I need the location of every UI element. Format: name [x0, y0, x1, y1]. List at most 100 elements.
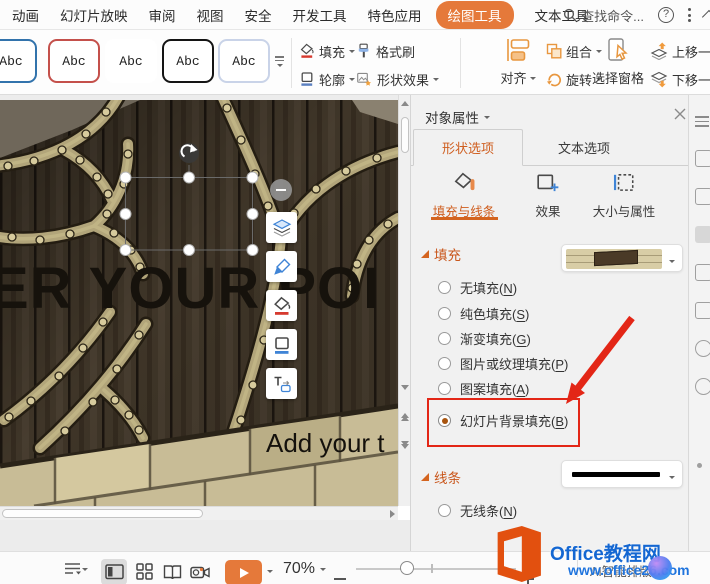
menu-animation[interactable]: 动画 — [12, 2, 39, 28]
ai-layout-button[interactable]: AI智能排版 — [590, 561, 652, 580]
quick-layer-button[interactable] — [266, 212, 297, 243]
more-options-icon[interactable] — [688, 8, 692, 22]
tab-text-options[interactable]: 文本选项 — [529, 129, 639, 166]
fill-option-none[interactable]: 无填充(N) — [438, 278, 517, 297]
strip-icon[interactable] — [695, 188, 710, 205]
shape-style-preset-5[interactable]: Abc — [218, 39, 270, 83]
menu-security[interactable]: 安全 — [245, 2, 272, 28]
fill-option-gradient[interactable]: 渐变填充(G) — [438, 329, 531, 348]
collapse-quick-toolbar-button[interactable] — [270, 179, 292, 201]
menu-devtools[interactable]: 开发工具 — [293, 2, 347, 28]
previous-slide-icon[interactable] — [401, 413, 409, 421]
quick-outline-button[interactable] — [266, 329, 297, 360]
line-section-heading[interactable]: 线条 — [421, 467, 461, 487]
nav-fill-and-line[interactable]: 填充与线条 — [429, 171, 499, 220]
fill-option-pattern[interactable]: 图案填充(A) — [438, 379, 529, 398]
format-painter-icon — [358, 43, 369, 58]
nav-size-properties[interactable]: 大小与属性 — [579, 171, 669, 220]
slide-headline[interactable]: ER YOUR POI — [0, 256, 380, 321]
shape-effects-button[interactable]: 形状效果 — [356, 69, 440, 89]
menu-drawing-tools-active[interactable]: 绘图工具 — [435, 0, 514, 29]
panel-title[interactable]: 对象属性 — [425, 107, 490, 127]
bring-forward-button[interactable]: 上移一层 — [650, 41, 710, 61]
outline-button[interactable]: 轮廓 — [299, 69, 356, 89]
shape-style-preset-3[interactable]: Abc — [105, 39, 157, 83]
menu-view[interactable]: 视图 — [197, 2, 224, 28]
strip-icon[interactable] — [695, 378, 710, 395]
slide-image[interactable]: ER YOUR POI Add your t — [0, 100, 398, 506]
strip-icon[interactable] — [695, 150, 710, 167]
vertical-scroll-thumb[interactable] — [401, 117, 409, 153]
strip-icon-active[interactable] — [695, 226, 710, 243]
line-style-dropdown[interactable] — [561, 460, 683, 488]
chevron-down-icon — [529, 76, 536, 83]
fill-button[interactable]: 填充 — [299, 41, 356, 61]
slide-placeholder-text[interactable]: Add your t — [266, 428, 385, 458]
next-slide-icon[interactable] — [401, 441, 409, 449]
radio-icon[interactable] — [438, 357, 451, 370]
nav-effects[interactable]: 效果 — [513, 171, 583, 220]
fill-option-solid[interactable]: 纯色填充(S) — [438, 304, 529, 323]
collapse-ribbon-icon[interactable] — [701, 9, 710, 25]
strip-menu-icon[interactable] — [695, 113, 710, 130]
fill-bucket-icon — [300, 43, 314, 58]
radio-icon[interactable] — [438, 332, 451, 345]
send-backward-button[interactable]: 下移一层 — [650, 69, 710, 89]
align-label: 对齐 — [500, 71, 527, 86]
quick-text-convert-button[interactable] — [266, 368, 297, 399]
close-icon[interactable] — [673, 107, 687, 121]
radio-icon[interactable] — [438, 281, 451, 294]
strip-icon[interactable] — [695, 340, 710, 357]
fill-option-picture-texture[interactable]: 图片或纹理填充(P) — [438, 354, 568, 373]
menu-slideshow[interactable]: 幻灯片放映 — [60, 2, 128, 28]
record-button[interactable] — [187, 555, 213, 584]
horizontal-scroll-thumb[interactable] — [2, 509, 203, 518]
strip-icon[interactable] — [695, 302, 710, 319]
line-heading-label: 线条 — [434, 471, 461, 486]
help-icon[interactable]: ? — [658, 7, 674, 23]
menu-bar: 动画 幻灯片放映 审阅 视图 安全 开发工具 特色应用 绘图工具 文本工具 查找… — [0, 0, 710, 30]
vertical-scrollbar[interactable] — [398, 95, 410, 506]
zoom-slider-handle[interactable] — [400, 561, 414, 575]
shape-style-preset-1[interactable]: Abc — [0, 39, 37, 83]
texture-preview-dropdown[interactable] — [561, 244, 683, 272]
find-command-search[interactable]: 查找命令... — [563, 6, 644, 25]
shape-style-preset-4[interactable]: Abc — [162, 39, 214, 83]
quick-fill-button[interactable] — [266, 290, 297, 321]
radio-icon[interactable] — [438, 382, 451, 395]
horizontal-scrollbar[interactable] — [0, 506, 398, 520]
slide-canvas[interactable]: ER YOUR POI Add your t — [0, 95, 398, 506]
zoom-slider-track[interactable] — [356, 568, 516, 570]
scroll-right-icon[interactable] — [390, 510, 395, 518]
view-sorter-button[interactable] — [131, 555, 157, 584]
scroll-up-icon[interactable] — [400, 101, 409, 106]
panel-tabs: 形状选项 文本选项 — [411, 129, 689, 166]
chevron-down-icon[interactable] — [267, 570, 273, 576]
view-reading-button[interactable] — [159, 555, 185, 584]
chevron-down-icon — [349, 50, 356, 56]
align-button[interactable]: 对齐 — [490, 37, 546, 87]
menu-special-apps[interactable]: 特色应用 — [368, 2, 422, 28]
menu-review[interactable]: 审阅 — [149, 2, 176, 28]
zoom-out-button[interactable] — [334, 562, 346, 584]
fill-section-heading[interactable]: 填充 — [421, 244, 461, 264]
fill-heading-label: 填充 — [434, 248, 461, 263]
play-icon — [240, 567, 249, 578]
quick-brush-button[interactable] — [266, 251, 297, 282]
view-normal-button[interactable] — [101, 555, 127, 584]
zoom-level[interactable]: 70% — [283, 552, 327, 584]
radio-icon[interactable] — [438, 307, 451, 320]
fill-bucket-icon — [273, 296, 290, 315]
strip-icon[interactable] — [695, 264, 710, 281]
tab-shape-options[interactable]: 形状选项 — [413, 129, 523, 166]
shape-style-preset-2[interactable]: Abc — [48, 39, 100, 83]
play-slideshow-button[interactable] — [225, 556, 262, 584]
line-option-none[interactable]: 无线条(N) — [438, 501, 517, 520]
gallery-more-button[interactable] — [272, 54, 287, 72]
notes-button[interactable] — [64, 552, 88, 584]
scroll-down-icon[interactable] — [401, 385, 409, 390]
format-painter-button[interactable]: 格式刷 — [356, 41, 415, 61]
selection-pane-button[interactable]: 选择窗格 — [588, 37, 648, 87]
radio-icon[interactable] — [438, 504, 451, 517]
zoom-in-button[interactable] — [522, 562, 534, 584]
